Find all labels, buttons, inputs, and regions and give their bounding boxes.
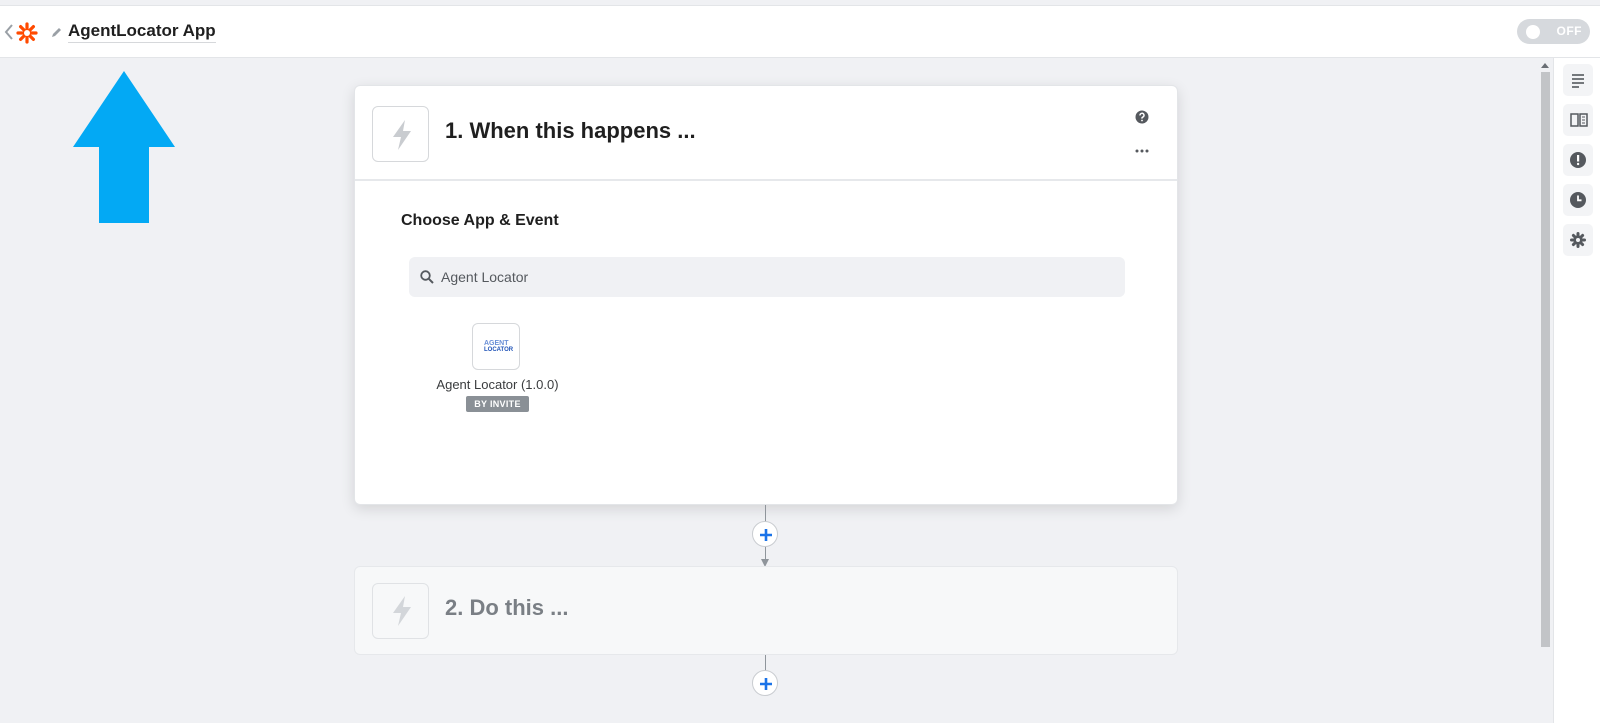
details-icon: [1572, 74, 1584, 88]
by-invite-badge: BY INVITE: [466, 396, 529, 412]
add-step-button-bottom[interactable]: [752, 670, 778, 696]
trigger-step-card: 1. When this happens ... Choose App & Ev…: [354, 85, 1178, 505]
logo-text-line2: LOCATOR: [484, 347, 514, 353]
trigger-step-title: 1. When this happens ...: [445, 118, 696, 143]
action-step-card[interactable]: 2. Do this ...: [354, 566, 1178, 655]
annotation-arrow-up: [73, 71, 175, 223]
alerts-button[interactable]: [1563, 144, 1593, 176]
connector-line: [765, 547, 766, 559]
logo-text-line1: AGENT: [484, 340, 509, 347]
details-button[interactable]: [1563, 64, 1593, 96]
plus-icon: [760, 678, 772, 690]
app-result-name: Agent Locator (1.0.0): [436, 377, 559, 392]
toggle-label: OFF: [1556, 24, 1582, 38]
lightning-bolt-icon: [393, 596, 411, 626]
top-bar: AgentLocator App OFF: [0, 5, 1600, 58]
scrollbar-thumb[interactable]: [1541, 72, 1550, 647]
guide-book-icon: [1570, 113, 1588, 127]
toggle-knob: [1526, 25, 1540, 39]
settings-button[interactable]: [1563, 224, 1593, 256]
lightning-bolt-icon: [393, 120, 411, 150]
zap-on-off-toggle[interactable]: OFF: [1517, 19, 1590, 44]
action-app-icon-box: [372, 583, 429, 639]
history-button[interactable]: [1563, 184, 1593, 216]
zap-title[interactable]: AgentLocator App: [68, 21, 216, 43]
add-step-button[interactable]: [752, 521, 778, 547]
scroll-up-icon[interactable]: [1541, 63, 1549, 68]
search-input-value[interactable]: Agent Locator: [441, 269, 528, 285]
plus-icon: [760, 529, 772, 541]
choose-app-event-heading: Choose App & Event: [401, 212, 559, 229]
app-result-agent-locator[interactable]: AGENT LOCATOR Agent Locator (1.0.0) BY I…: [430, 323, 565, 423]
history-clock-icon: [1570, 192, 1586, 208]
zap-editor: AgentLocator App OFF 1. When this happen…: [0, 0, 1600, 723]
right-sidebar: [1553, 58, 1600, 723]
help-circle-icon[interactable]: [1135, 110, 1149, 124]
pencil-icon[interactable]: [50, 26, 62, 38]
action-step-title: 2. Do this ...: [445, 595, 569, 620]
connector-line: [765, 655, 766, 671]
app-search-input[interactable]: Agent Locator: [409, 257, 1125, 297]
settings-gear-icon: [1570, 232, 1586, 248]
agent-locator-logo: AGENT LOCATOR: [472, 323, 520, 370]
zapier-logo-icon[interactable]: [16, 22, 38, 44]
more-horizontal-icon[interactable]: [1135, 141, 1149, 153]
trigger-app-icon-box: [372, 106, 429, 162]
alert-icon: [1570, 152, 1586, 168]
chevron-left-icon[interactable]: [3, 22, 15, 42]
trigger-step-header[interactable]: 1. When this happens ...: [355, 86, 1177, 181]
guide-button[interactable]: [1563, 104, 1593, 136]
search-icon: [420, 270, 434, 284]
